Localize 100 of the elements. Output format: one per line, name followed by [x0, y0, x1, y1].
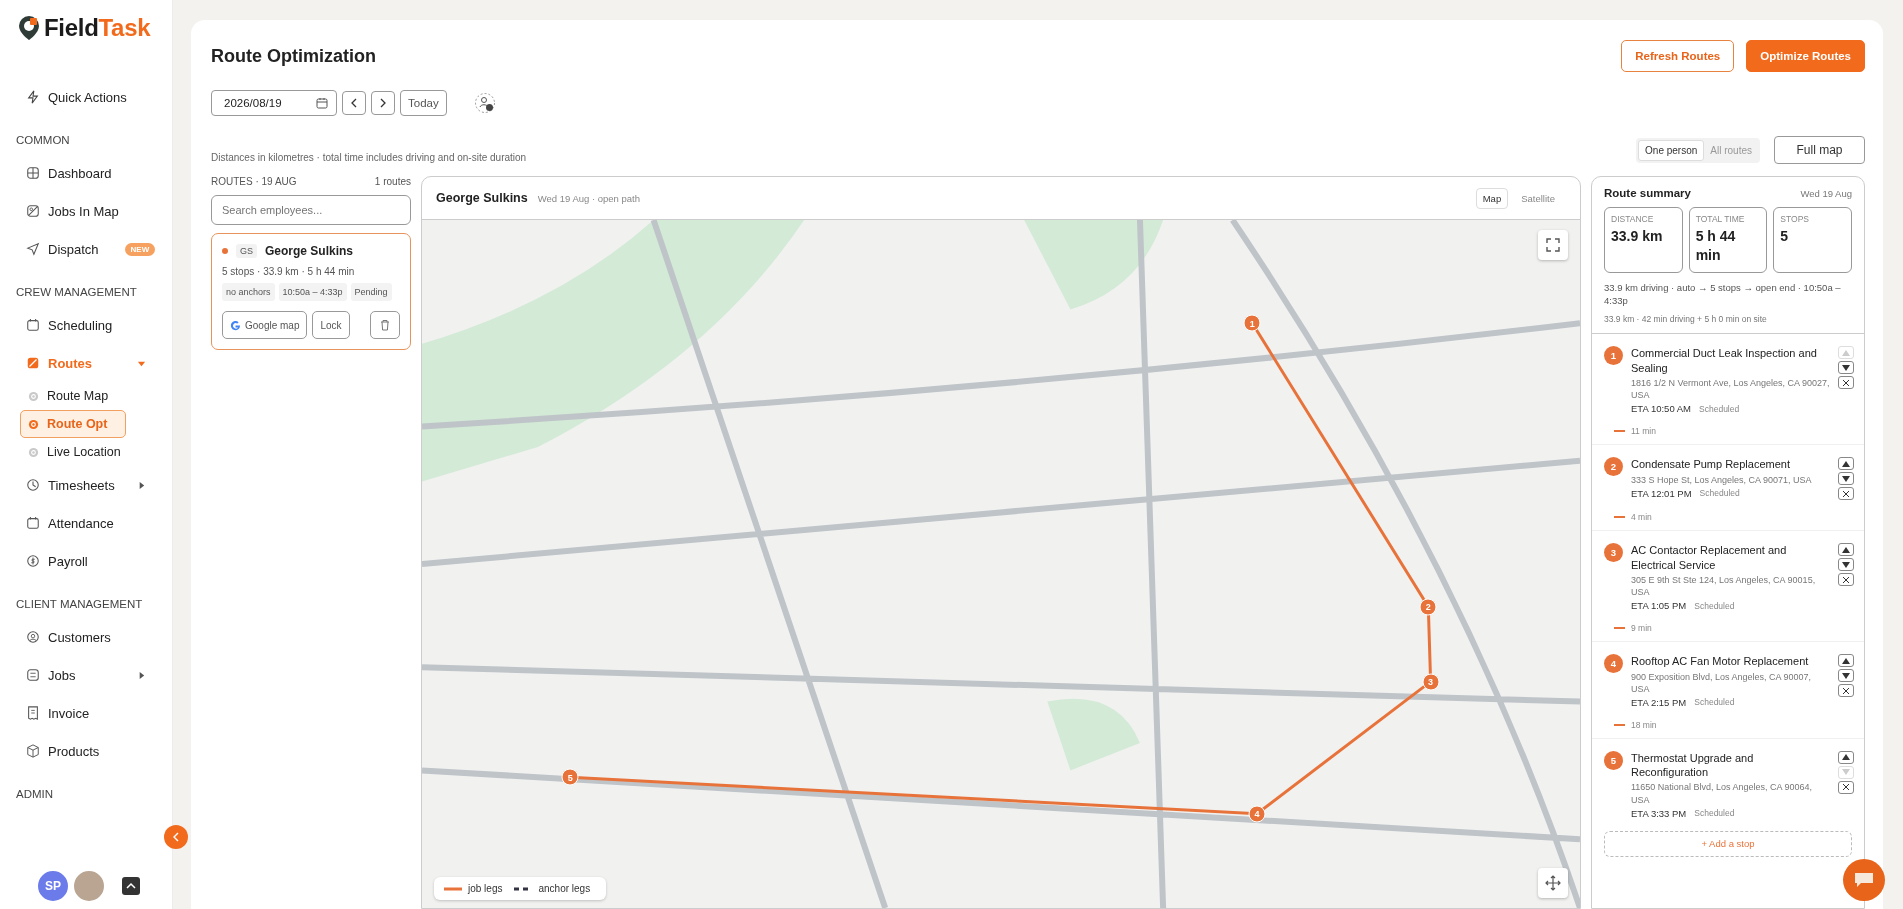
stop-address: 333 S Hope St, Los Angeles, CA 90071, USA	[1631, 473, 1813, 486]
today-button[interactable]: Today	[400, 90, 447, 116]
legend-label: anchor legs	[538, 883, 591, 894]
map-subtitle: Wed 19 Aug · open path	[537, 192, 640, 204]
triangle-down-icon	[1842, 475, 1850, 482]
triangle-down-icon	[1842, 561, 1850, 568]
employee-initials: GS	[236, 244, 257, 258]
sidebar-item[interactable]: Products	[0, 732, 172, 770]
move-down-button[interactable]	[1838, 472, 1854, 486]
move-up-button[interactable]	[1838, 654, 1854, 668]
stop-title: Condensate Pump Replacement	[1631, 457, 1791, 472]
lock-button[interactable]: Lock	[312, 311, 350, 339]
triangle-down-icon	[1842, 672, 1850, 679]
search-field[interactable]: Search employees...	[211, 195, 411, 225]
calendar-icon	[26, 318, 40, 332]
sidebar-item[interactable]: Jobs In Map	[0, 192, 172, 230]
fullscreen-button[interactable]	[1538, 230, 1568, 260]
sidebar-item[interactable]: Dashboard	[0, 154, 172, 192]
next-day-button[interactable]	[371, 91, 395, 115]
sidebar-item[interactable]: Jobs	[0, 656, 172, 694]
remove-stop-button[interactable]	[1838, 780, 1854, 794]
triangle-down-icon	[1842, 365, 1850, 371]
stat-value: 33.9 km	[1611, 227, 1664, 246]
stop-status: Scheduled	[1699, 488, 1740, 499]
map-type-tab[interactable]: Map	[1475, 187, 1509, 209]
stop-number: 4	[1604, 654, 1623, 674]
move-up-button[interactable]	[1838, 750, 1854, 764]
stop-address: 900 Exposition Blvd, Los Angeles, CA 90007, USA	[1631, 670, 1813, 695]
stop-title: AC Contactor Replacement and Electrical Service	[1631, 543, 1788, 572]
route-tag: Pending	[350, 283, 392, 301]
stop-eta: ETA 12:01 PM	[1631, 487, 1692, 499]
triangle-up-icon	[1842, 657, 1850, 664]
stat-label: TOTAL TIME	[1695, 214, 1746, 224]
move-up-button[interactable]	[1838, 543, 1854, 557]
stat-value: 5	[1780, 227, 1790, 246]
close-icon	[1842, 379, 1850, 387]
legend-label: job legs	[468, 883, 503, 894]
sidebar-item[interactable]: Dispatch NEW	[0, 230, 172, 268]
remove-stop-button[interactable]	[1838, 487, 1854, 501]
sidebar-item[interactable]: Payroll	[0, 542, 172, 580]
google-icon	[230, 319, 241, 331]
stat-value: 5 h 44 min	[1695, 227, 1737, 265]
leg-duration: 4 min	[1631, 512, 1652, 523]
previous-day-button[interactable]	[342, 91, 366, 115]
route-icon	[26, 356, 40, 370]
sidebar-subitem[interactable]: Live Location	[20, 438, 126, 466]
collapse-sidebar-button[interactable]	[164, 825, 188, 849]
sidebar-item[interactable]: Timesheets	[0, 466, 172, 504]
stop-status: Scheduled	[1699, 403, 1740, 414]
sidebar-item[interactable]: Customers	[0, 618, 172, 656]
map-placeholder[interactable]: 1 2 3 4 5 job legs anchor legs	[422, 220, 1580, 908]
delete-button[interactable]	[370, 311, 400, 339]
routes-heading: ROUTES · 19 AUG	[211, 176, 297, 187]
add-person-icon[interactable]	[473, 92, 496, 114]
stop-address: 1816 1/2 N Vermont Ave, Los Angeles, CA 90027, USA	[1631, 377, 1830, 402]
chevron-left-icon	[350, 98, 358, 108]
trash-icon	[380, 319, 390, 331]
chevron-up-icon	[126, 882, 136, 890]
quick-actions-item[interactable]: Quick Actions	[0, 78, 172, 116]
lightning-icon	[26, 90, 40, 104]
stop-eta: ETA 10:50 AM	[1631, 403, 1692, 415]
move-up-button[interactable]	[1838, 457, 1854, 471]
date-field[interactable]: 2026/08/19	[211, 90, 337, 116]
circle-icon	[28, 418, 39, 430]
expand-button[interactable]	[122, 877, 140, 895]
sidebar-item[interactable]: Scheduling	[0, 306, 172, 344]
stop-number: 1	[1604, 346, 1623, 366]
view-option[interactable]: One person	[1638, 139, 1705, 161]
triangle-up-icon	[1842, 460, 1850, 467]
remove-stop-button[interactable]	[1838, 376, 1854, 390]
calendar-icon	[316, 97, 328, 109]
list-icon	[26, 668, 40, 682]
pin-logo-icon	[18, 15, 40, 41]
route-card[interactable]: GS George Sulkins 5 stops · 33.9 km · 5 h 44 min no anchors 10:50a – 4:33p Pending Google map Lock	[211, 233, 411, 350]
close-icon	[1842, 686, 1850, 695]
summary-date: Wed 19 Aug	[1800, 187, 1852, 199]
close-icon	[1842, 575, 1850, 584]
pan-button[interactable]	[1538, 868, 1568, 898]
user-avatar[interactable]: SP	[36, 869, 70, 903]
stop-title: Commercial Duct Leak Inspection and Sealing	[1631, 346, 1818, 376]
move-down-button[interactable]	[1838, 669, 1854, 683]
stop-number: 3	[1604, 543, 1623, 563]
stop-status: Scheduled	[1694, 600, 1735, 611]
sidebar-item[interactable]: Invoice	[0, 694, 172, 732]
leg-duration: 11 min	[1631, 426, 1656, 437]
remove-stop-button[interactable]	[1838, 684, 1854, 698]
dollar-icon	[26, 554, 40, 568]
full-map-button[interactable]: Full map	[1774, 136, 1865, 164]
section-heading: CLIENT MANAGEMENT	[15, 597, 144, 612]
remove-stop-button[interactable]	[1838, 573, 1854, 587]
move-down-button[interactable]	[1838, 558, 1854, 572]
chat-bubble-icon	[1853, 871, 1875, 889]
user-icon	[26, 630, 40, 644]
sidebar-item[interactable]: Attendance	[0, 504, 172, 542]
map-employee-name: George Sulkins	[436, 191, 528, 205]
sidebar-subitem[interactable]: Route Map	[20, 382, 126, 410]
move-down-button[interactable]	[1838, 361, 1854, 375]
open-map-button[interactable]: Google map	[222, 311, 308, 339]
route-summary: 5 stops · 33.9 km · 5 h 44 min	[222, 266, 356, 277]
route-tag: 10:50a – 4:33p	[278, 283, 347, 301]
